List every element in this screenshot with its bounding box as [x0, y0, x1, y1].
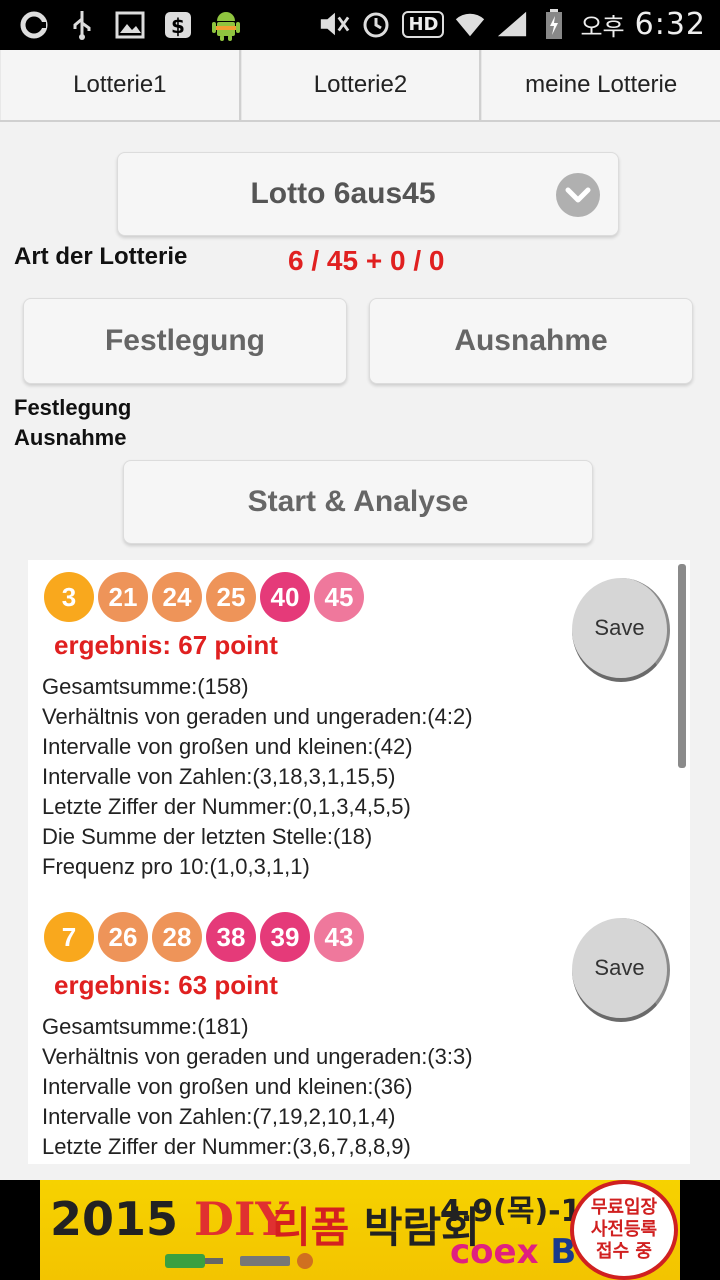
- chevron-down-icon: [556, 173, 600, 217]
- tab-meine-lotterie[interactable]: meine Lotterie: [481, 50, 720, 120]
- app-notification-icon: [18, 9, 50, 41]
- number-ball: 38: [206, 912, 256, 962]
- image-icon: [114, 9, 146, 41]
- ad-year-text: 2015: [50, 1192, 179, 1246]
- number-ball: 21: [98, 572, 148, 622]
- money-icon: $: [162, 9, 194, 41]
- tab-bar: Lotterie1 Lotterie2 meine Lotterie: [0, 50, 720, 122]
- ad-banner[interactable]: 2015 DIY 리폼 박람회 4.9(목)-12(일) coex B Hall…: [0, 1180, 720, 1280]
- mute-icon: [318, 8, 350, 40]
- results-list[interactable]: 3 21 24 25 40 45 ergebnis: 67 point Gesa…: [28, 560, 690, 1164]
- wifi-icon: [454, 8, 486, 40]
- stat-line: Intervalle von großen und kleinen:(42): [42, 734, 413, 759]
- svg-text:$: $: [171, 14, 185, 38]
- result-score: ergebnis: 67 point: [54, 630, 278, 660]
- result-score: ergebnis: 63 point: [54, 970, 278, 1000]
- lottery-select[interactable]: Lotto 6aus45: [117, 152, 619, 236]
- stat-line: Intervalle von großen und kleinen:(36): [42, 1074, 413, 1099]
- lottery-select-value: Lotto 6aus45: [250, 177, 436, 210]
- stat-line: Die Summe der letzten Stelle:(18): [42, 824, 373, 849]
- signal-icon: [496, 8, 528, 40]
- art-label: Art der Lotterie: [14, 243, 188, 270]
- ad-title-red: 리폼: [272, 1203, 350, 1252]
- number-ball: 43: [314, 912, 364, 962]
- number-ball: 24: [152, 572, 202, 622]
- alarm-icon: [360, 8, 392, 40]
- stat-line: Letzte Ziffer der Nummer:(0,1,3,4,5,5): [42, 794, 411, 819]
- save-button[interactable]: Save: [572, 578, 670, 682]
- stat-line: Letzte Ziffer der Nummer:(3,6,7,8,8,9): [42, 1134, 411, 1159]
- android-icon: [210, 9, 242, 41]
- ad-badge-line: 사전등록: [590, 1219, 658, 1240]
- festlegung-button[interactable]: Festlegung: [23, 298, 347, 384]
- number-ball: 45: [314, 572, 364, 622]
- result-stats: Gesamtsumme:(158) Verhältnis von geraden…: [42, 672, 473, 882]
- number-ball: 26: [98, 912, 148, 962]
- number-balls: 7 26 28 38 39 43: [44, 912, 364, 962]
- start-analyse-button[interactable]: Start & Analyse: [123, 460, 593, 544]
- ad-year: 2015 DIY: [50, 1192, 288, 1246]
- number-ball: 25: [206, 572, 256, 622]
- usb-icon: [66, 9, 98, 41]
- number-ball: 7: [44, 912, 94, 962]
- scrollbar[interactable]: [678, 564, 686, 768]
- ad-badge-line: 무료입장: [590, 1197, 658, 1218]
- number-ball: 28: [152, 912, 202, 962]
- save-button[interactable]: Save: [572, 918, 670, 1022]
- ad-badge-line: 접수 중: [596, 1241, 652, 1262]
- ausnahme-label: Ausnahme: [14, 425, 127, 450]
- ad-content[interactable]: 2015 DIY 리폼 박람회 4.9(목)-12(일) coex B Hall…: [40, 1180, 680, 1280]
- stat-line: Gesamtsumme:(181): [42, 1014, 249, 1039]
- stat-line: Intervalle von Zahlen:(3,18,3,1,15,5): [42, 764, 396, 789]
- ad-badge: 무료입장 사전등록 접수 중: [570, 1180, 678, 1280]
- number-ball: 39: [260, 912, 310, 962]
- stat-line: Verhältnis von geraden und ungeraden:(3:…: [42, 1044, 473, 1069]
- stat-line: Verhältnis von geraden und ungeraden:(4:…: [42, 704, 473, 729]
- clock: 6:32: [634, 6, 706, 42]
- battery-icon: [538, 8, 570, 40]
- tools-icon: [165, 1253, 313, 1269]
- festlegung-label: Festlegung: [14, 395, 132, 420]
- ausnahme-button[interactable]: Ausnahme: [369, 298, 693, 384]
- stat-line: Intervalle von Zahlen:(7,19,2,10,1,4): [42, 1104, 396, 1129]
- ampm-label: 오후: [580, 12, 625, 41]
- tab-lotterie2[interactable]: Lotterie2: [240, 50, 482, 120]
- status-bar: $ HD 오후 6:32: [0, 0, 720, 50]
- stat-line: Gesamtsumme:(158): [42, 674, 249, 699]
- ad-venue-name: coex: [450, 1232, 539, 1272]
- hd-indicator: HD: [402, 10, 445, 38]
- tab-lotterie1[interactable]: Lotterie1: [0, 50, 241, 120]
- art-value: 6 / 45 + 0 / 0: [288, 245, 445, 276]
- result-stats: Gesamtsumme:(181) Verhältnis von geraden…: [42, 1012, 473, 1162]
- number-balls: 3 21 24 25 40 45: [44, 572, 364, 622]
- stat-line: Frequenz pro 10:(1,0,3,1,1): [42, 854, 310, 879]
- number-ball: 40: [260, 572, 310, 622]
- number-ball: 3: [44, 572, 94, 622]
